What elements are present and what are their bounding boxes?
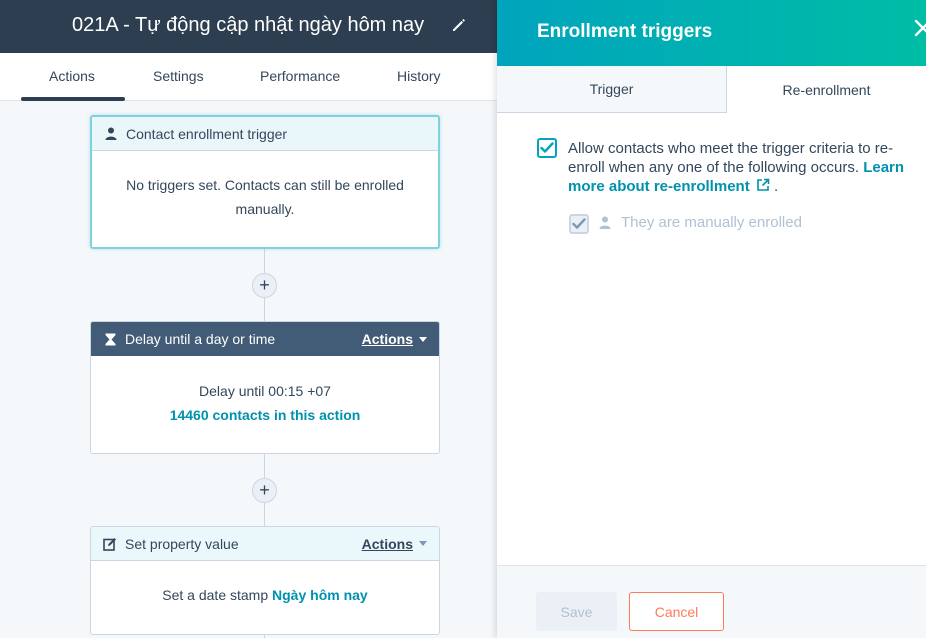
- delay-description: Delay until 00:15 +07: [91, 379, 439, 403]
- add-action-button[interactable]: +: [252, 478, 277, 503]
- delay-card-title: Delay until a day or time: [125, 331, 276, 347]
- set-property-card[interactable]: Set property value Actions Set a date st…: [90, 526, 440, 635]
- panel-header: Enrollment triggers: [497, 0, 926, 66]
- tab-performance[interactable]: Performance: [260, 68, 340, 84]
- manually-enrolled-option: They are manually enrolled: [599, 214, 802, 231]
- close-icon[interactable]: [913, 18, 926, 38]
- workflow-topbar: 021A - Tự động cập nhật ngày hôm nay: [0, 0, 497, 53]
- workflow-canvas: Contact enrollment trigger No triggers s…: [0, 102, 497, 638]
- external-link-icon: [757, 178, 770, 191]
- tab-settings[interactable]: Settings: [153, 68, 204, 84]
- trigger-card-title: Contact enrollment trigger: [126, 125, 288, 142]
- workflow-title: 021A - Tự động cập nhật ngày hôm nay: [72, 14, 425, 36]
- allow-reenrollment-text: Allow contacts who meet the trigger crit…: [568, 140, 894, 176]
- delay-action-card[interactable]: Delay until a day or time Actions Delay …: [90, 321, 440, 454]
- learn-more-suffix: .: [774, 178, 779, 195]
- property-card-header: Set property value Actions: [91, 527, 439, 561]
- hourglass-icon: [103, 332, 117, 346]
- person-icon: [599, 216, 611, 229]
- panel-title: Enrollment triggers: [537, 21, 713, 42]
- tab-history[interactable]: History: [397, 68, 441, 84]
- trigger-card-header: Contact enrollment trigger: [92, 117, 438, 151]
- delay-card-body: Delay until 00:15 +07 14460 contacts in …: [91, 356, 439, 427]
- tab-reenrollment[interactable]: Re-enrollment: [727, 66, 926, 113]
- contacts-in-action-link[interactable]: 14460 contacts in this action: [91, 403, 439, 427]
- allow-reenrollment-checkbox[interactable]: [537, 138, 557, 158]
- checkmark-icon: [572, 218, 586, 229]
- property-card-body: Set a date stamp Ngày hôm nay: [91, 561, 439, 607]
- edit-box-icon: [103, 537, 117, 551]
- property-actions-label: Actions: [361, 535, 413, 552]
- caret-down-icon: [419, 541, 427, 546]
- contact-icon: [104, 127, 118, 141]
- property-body-prefix: Set a date stamp: [162, 587, 269, 603]
- delay-actions-label: Actions: [361, 331, 413, 347]
- panel-tabs: Trigger Re-enrollment: [497, 66, 926, 113]
- property-actions-dropdown[interactable]: Actions: [362, 536, 427, 552]
- property-card-title: Set property value: [125, 535, 239, 552]
- enrollment-trigger-card[interactable]: Contact enrollment trigger No triggers s…: [90, 115, 440, 249]
- trigger-card-body: No triggers set. Contacts can still be e…: [126, 177, 404, 217]
- cancel-button[interactable]: Cancel: [629, 592, 724, 631]
- workflow-tabs: Actions Settings Performance History: [0, 53, 497, 101]
- edit-pencil-icon[interactable]: [450, 16, 468, 34]
- allow-reenrollment-label: Allow contacts who meet the trigger crit…: [568, 139, 920, 196]
- enrollment-triggers-panel: Enrollment triggers Trigger Re-enrollmen…: [497, 0, 926, 638]
- tab-actions[interactable]: Actions: [49, 68, 95, 84]
- property-name-link[interactable]: Ngày hôm nay: [272, 587, 368, 603]
- active-tab-indicator: [21, 97, 125, 101]
- manually-enrolled-label: They are manually enrolled: [621, 214, 802, 231]
- delay-time: 00:15 +07: [268, 383, 331, 399]
- delay-card-header: Delay until a day or time Actions: [91, 322, 439, 356]
- manually-enrolled-checkbox[interactable]: [569, 214, 589, 234]
- save-button[interactable]: Save: [536, 592, 617, 631]
- delay-actions-dropdown[interactable]: Actions: [362, 331, 427, 347]
- tab-trigger[interactable]: Trigger: [497, 66, 727, 113]
- checkmark-icon: [540, 142, 554, 153]
- caret-down-icon: [419, 336, 427, 342]
- add-action-button[interactable]: +: [252, 273, 277, 298]
- panel-footer: Save Cancel: [497, 565, 926, 638]
- delay-prefix: Delay until: [199, 383, 265, 399]
